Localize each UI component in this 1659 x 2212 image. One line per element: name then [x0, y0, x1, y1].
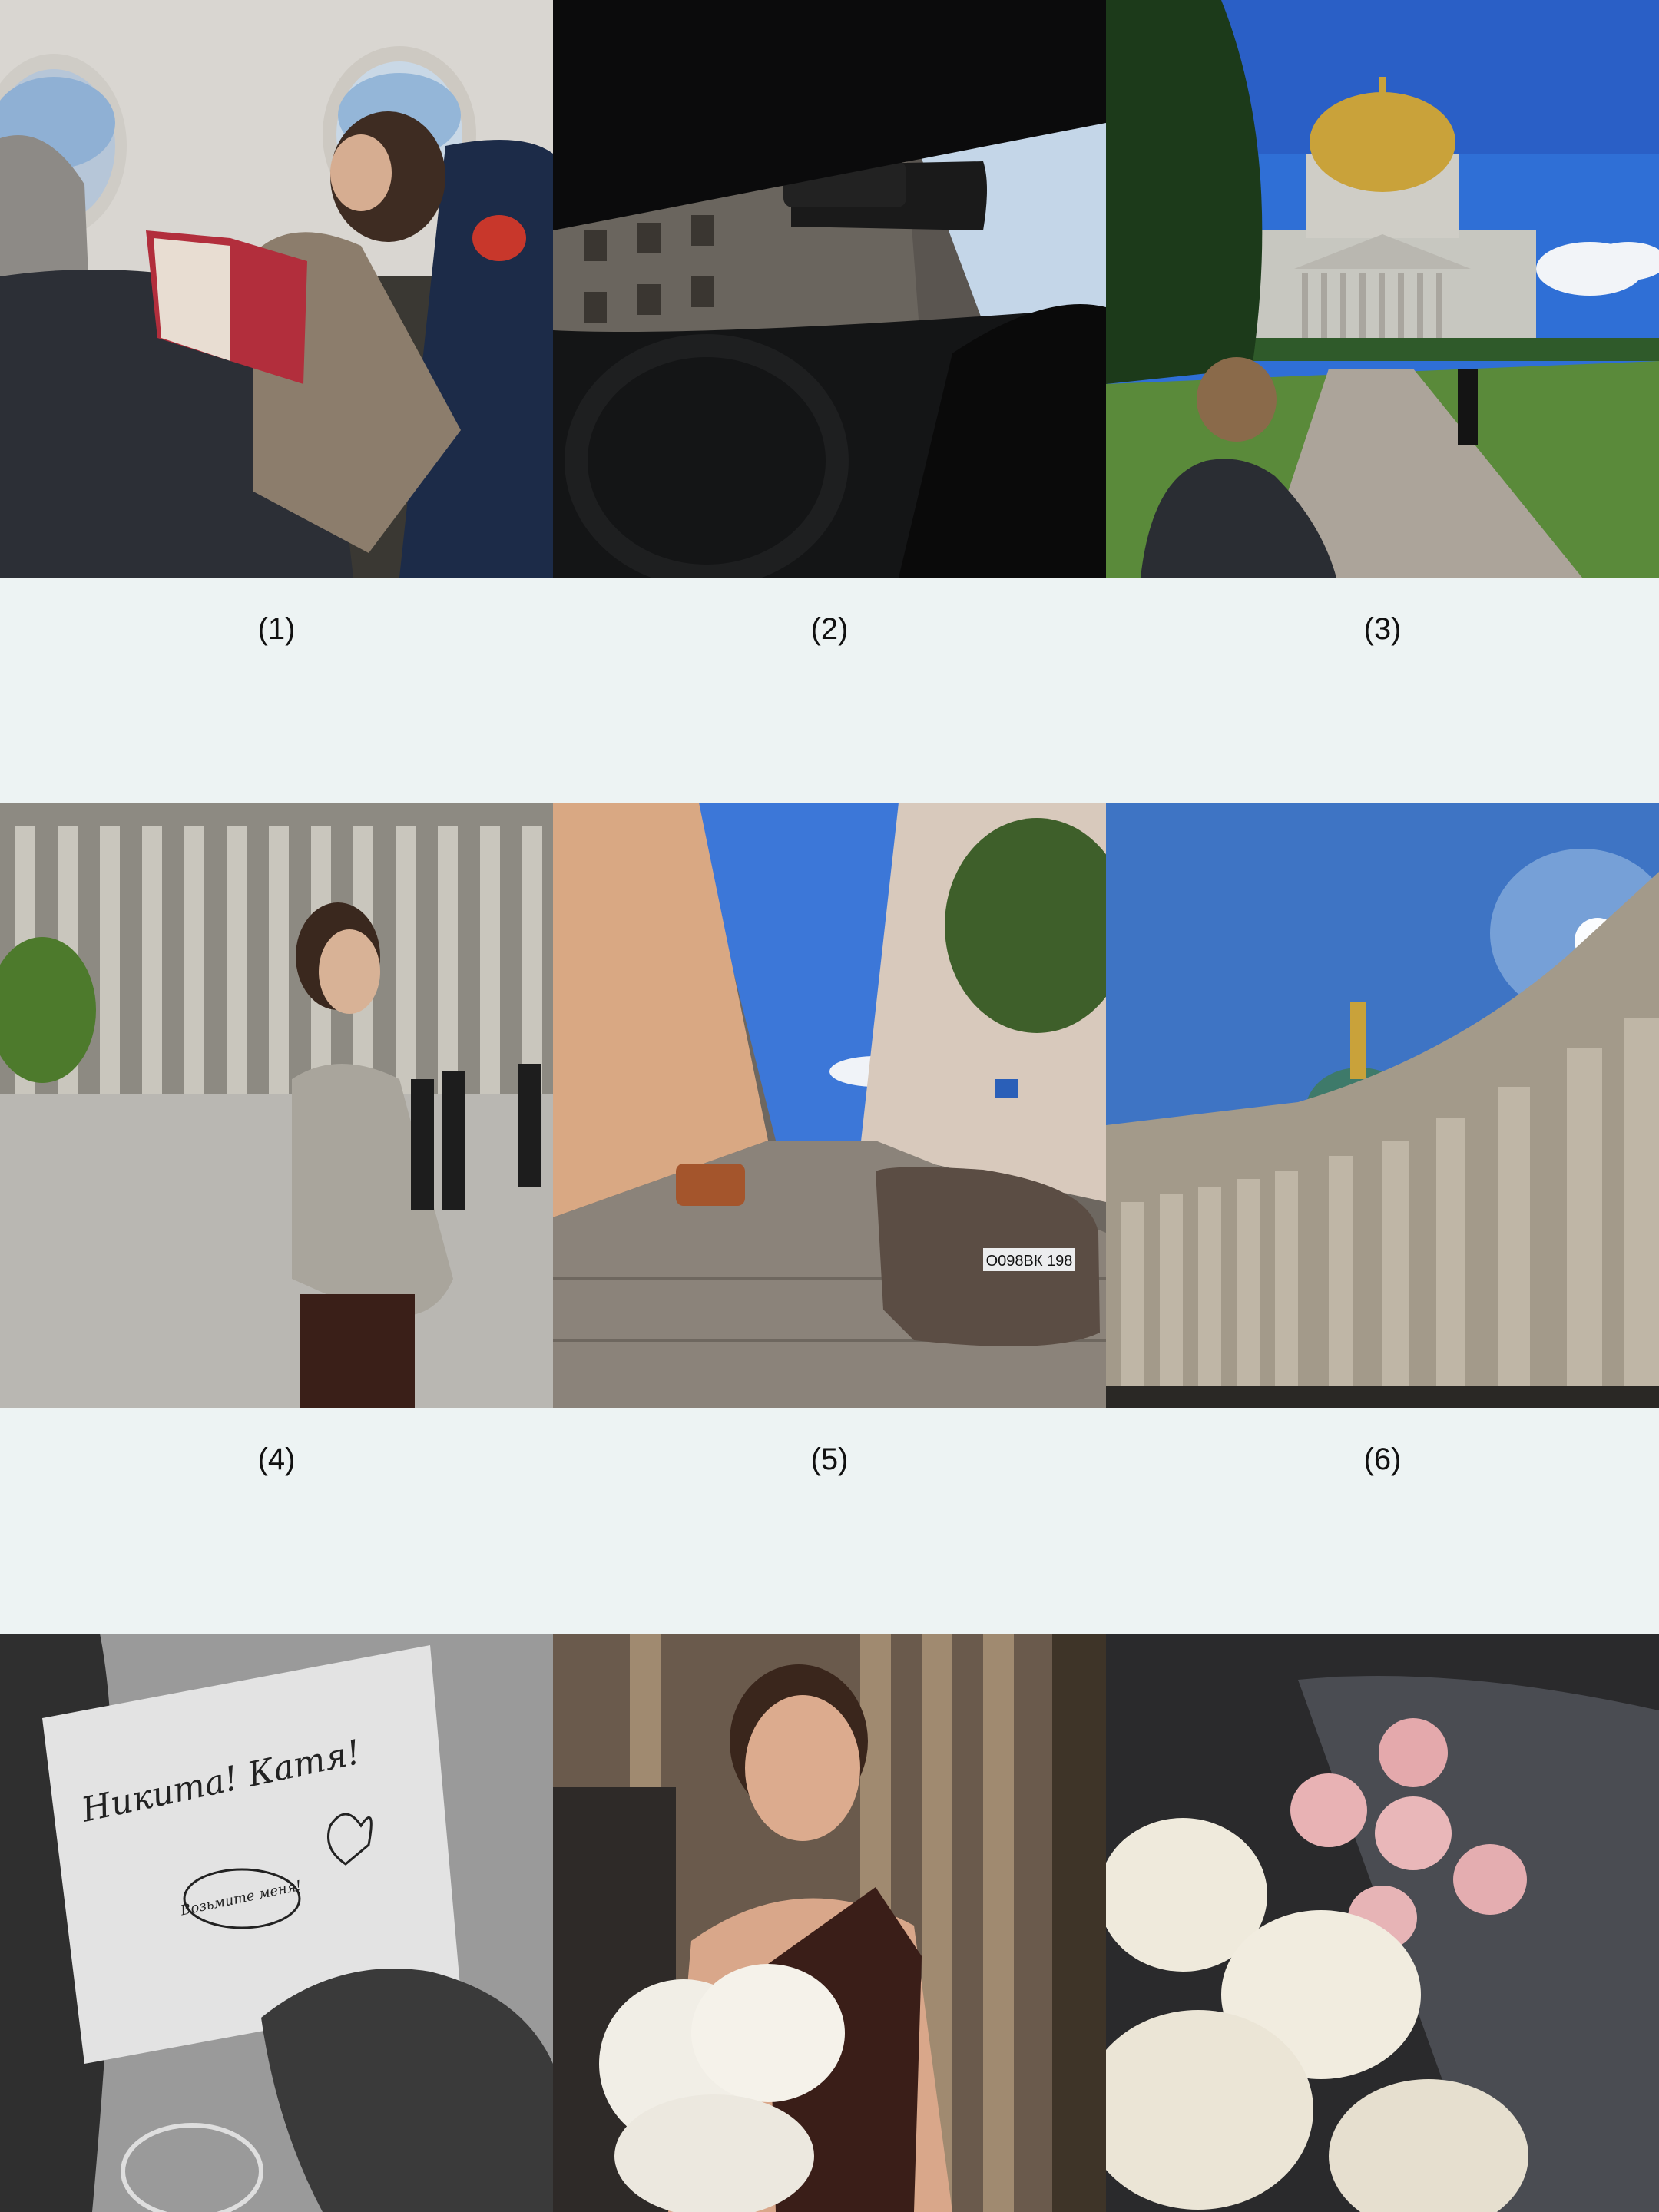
svg-text:О098ВК 198: О098ВК 198	[986, 1253, 1073, 1270]
caption-1: (1)	[257, 612, 296, 646]
photo-3-cathedral	[1106, 0, 1659, 578]
photo-1-airplane	[0, 0, 553, 578]
photo-4-woman-colonnade	[0, 803, 553, 1408]
caption-4: (4)	[257, 1442, 296, 1476]
photo-9-roses	[1106, 1634, 1659, 2212]
caption-5: (5)	[810, 1442, 849, 1476]
photo-7-card: Никита! Катя! Возьмите меня!	[0, 1634, 553, 2212]
photo-5-street: О098ВК 198	[553, 803, 1106, 1408]
photo-8-woman-peonies	[553, 1634, 1106, 2212]
photo-6-kazan-cathedral	[1106, 803, 1659, 1408]
caption-6: (6)	[1363, 1442, 1402, 1476]
caption-2: (2)	[810, 612, 849, 646]
caption-3: (3)	[1363, 612, 1402, 646]
photo-2-car-interior	[553, 0, 1106, 578]
